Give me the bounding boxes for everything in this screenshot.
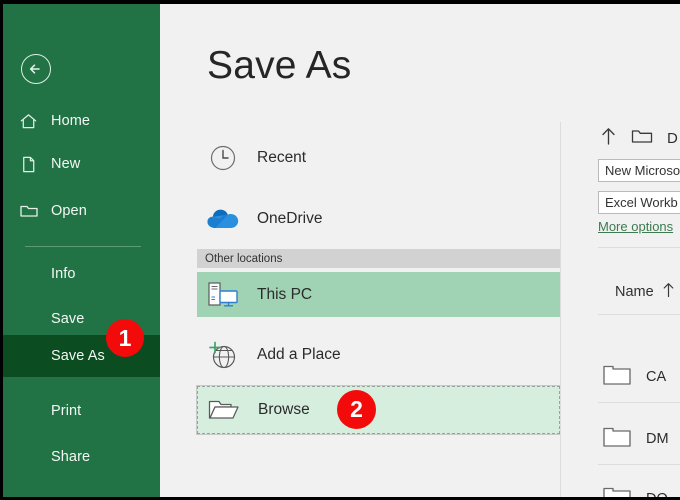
path-label: D (667, 130, 678, 147)
sidebar-item-label: Print (51, 403, 82, 419)
place-item-recent[interactable]: Recent (197, 136, 560, 180)
sidebar-item-home[interactable]: Home (3, 104, 160, 138)
folder-icon (602, 485, 632, 497)
place-item-label: Recent (257, 149, 307, 166)
save-location-pane: D New Microso Excel Workb More options N… (590, 4, 680, 497)
name-column-label: Name (615, 284, 654, 300)
place-item-this-pc[interactable]: This PC (197, 272, 560, 317)
open-folder-icon (204, 390, 244, 430)
sidebar-item-label: Info (51, 266, 76, 282)
backstage-main-pane: Save As Recent OneDrive Other locations … (160, 4, 680, 497)
pane-rule-top (598, 247, 680, 248)
folder-name: DM (646, 431, 669, 447)
sidebar-item-label: Home (51, 113, 91, 129)
folder-row[interactable]: DO (602, 476, 680, 497)
home-icon (19, 112, 49, 131)
sidebar-divider (25, 246, 141, 247)
sort-ascending-icon (662, 282, 675, 302)
page-icon (19, 155, 49, 174)
sidebar-item-share[interactable]: Share (3, 440, 160, 474)
back-arrow-icon (29, 64, 40, 74)
sidebar-item-open[interactable]: Open (3, 194, 160, 228)
file-type-select[interactable]: Excel Workb (598, 191, 680, 214)
sidebar-item-label: Share (51, 449, 91, 465)
place-item-label: OneDrive (257, 210, 323, 227)
add-place-icon (203, 335, 243, 375)
folder-row[interactable]: CA (602, 354, 680, 400)
place-item-label: This PC (257, 285, 313, 303)
up-arrow-icon[interactable] (600, 126, 617, 151)
callout-badge-2: 2 (337, 390, 376, 429)
row-divider (598, 402, 680, 403)
back-button[interactable] (21, 54, 51, 84)
page-title: Save As (207, 44, 352, 87)
place-item-label: Add a Place (257, 346, 341, 363)
pane-divider (560, 122, 561, 497)
more-options-link[interactable]: More options (598, 219, 673, 234)
other-locations-header: Other locations (197, 249, 560, 268)
clock-icon (203, 138, 243, 178)
sidebar-item-new[interactable]: New (3, 147, 160, 181)
sidebar-item-label: Save As (51, 348, 105, 364)
window-frame-top (0, 0, 680, 4)
sidebar-item-label: Save (51, 311, 85, 327)
backstage-sidebar: Home New Open Info Save Save As Print Sh… (3, 4, 160, 500)
folder-icon (602, 363, 632, 392)
window-frame-left (0, 0, 3, 500)
excel-backstage-save-as-screen: Home New Open Info Save Save As Print Sh… (0, 0, 680, 500)
folder-name: CA (646, 369, 667, 385)
folder-icon (631, 127, 653, 150)
name-column-header[interactable]: Name (615, 282, 675, 302)
row-divider (598, 464, 680, 465)
place-item-browse[interactable]: Browse (196, 385, 561, 435)
path-toolbar: D (600, 126, 678, 151)
this-pc-icon (203, 275, 243, 315)
pane-rule-header (598, 314, 680, 315)
folder-icon (19, 201, 49, 221)
place-item-onedrive[interactable]: OneDrive (197, 197, 560, 241)
sidebar-item-label: New (51, 156, 81, 172)
sidebar-item-print[interactable]: Print (3, 394, 160, 428)
callout-badge-1: 1 (106, 319, 144, 357)
sidebar-item-info[interactable]: Info (3, 257, 160, 291)
folder-row[interactable]: DM (602, 416, 680, 462)
file-name-input[interactable]: New Microso (598, 159, 680, 182)
onedrive-icon (203, 199, 243, 239)
folder-icon (602, 425, 632, 454)
place-item-label: Browse (258, 401, 310, 418)
place-item-add-a-place[interactable]: Add a Place (197, 333, 560, 377)
sidebar-item-label: Open (51, 203, 87, 219)
